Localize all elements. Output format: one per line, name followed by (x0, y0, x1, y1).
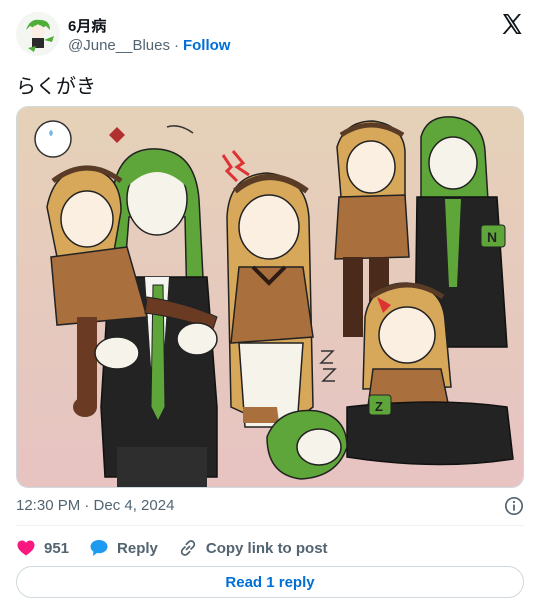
like-button[interactable]: 951 (16, 538, 69, 558)
speech-bubble-icon (90, 540, 108, 556)
heart-icon (17, 540, 35, 556)
copy-link-button[interactable]: Copy link to post (178, 538, 328, 558)
post-text: らくがき (16, 76, 96, 98)
svg-text:Z: Z (375, 399, 383, 414)
read-replies-button[interactable]: Read 1 reply (16, 566, 524, 598)
avatar-image (16, 12, 60, 56)
link-icon (180, 540, 196, 556)
author-handle-row: @June__Blues · Follow (68, 37, 230, 54)
separator: · (173, 37, 179, 54)
embedded-post-card: 6月病 @June__Blues · Follow らくがき N Z 12:30… (0, 0, 540, 614)
svg-text:N: N (487, 229, 497, 245)
x-logo-icon[interactable] (500, 12, 524, 36)
post-media-image[interactable]: N Z (16, 106, 524, 488)
info-icon[interactable] (504, 496, 524, 516)
author-name[interactable]: 6月病 (68, 15, 106, 36)
illustration: N Z (17, 107, 523, 487)
copy-link-label: Copy link to post (205, 539, 328, 557)
like-count: 951 (44, 539, 70, 557)
reply-label: Reply (117, 539, 158, 557)
follow-button[interactable]: Follow (183, 37, 231, 54)
divider (16, 525, 524, 526)
avatar[interactable] (16, 12, 60, 56)
author-handle[interactable]: @June__Blues (68, 37, 170, 54)
reply-button[interactable]: Reply (89, 538, 158, 558)
post-timestamp[interactable]: 12:30 PM · Dec 4, 2024 (16, 497, 174, 514)
action-bar: 951 Reply Copy link to post (16, 538, 348, 558)
